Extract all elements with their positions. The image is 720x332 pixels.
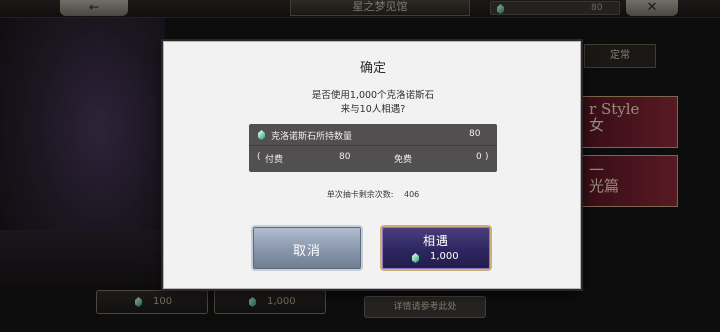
dialog-question-line2: 来与10人相遇? <box>340 104 406 115</box>
encounter-cost: 1,000 <box>382 251 490 265</box>
remaining-draws-label: 单次抽卡剩余次数: <box>326 190 394 199</box>
holdings-row: 克洛诺斯石所持数量 80 <box>249 124 497 146</box>
remaining-draws-value: 406 <box>403 190 420 199</box>
chronos-stone-icon <box>258 130 265 140</box>
cancel-button[interactable]: 取消 <box>251 225 363 271</box>
holdings-label: 克洛诺斯石所持数量 <box>271 132 353 142</box>
dialog-question-line1: 是否使用1,000个克洛诺斯石 <box>311 90 435 101</box>
free-label: 免费 <box>394 155 413 165</box>
dialog-title: 确定 <box>359 61 386 76</box>
free-close-paren: ) <box>485 152 489 162</box>
cancel-button-label: 取消 <box>292 244 321 259</box>
holdings-value: 80 <box>469 129 481 139</box>
chronos-stone-icon <box>412 253 419 263</box>
encounter-button[interactable]: 相遇 1,000 <box>380 225 492 271</box>
confirm-dialog: 确定 是否使用1,000个克洛诺斯石 来与10人相遇? 克洛诺斯石所持数量 80… <box>163 41 581 289</box>
game-screen: ← 星之梦见馆 80 ✕ 定常 r Style 女 一 光篇 100 1,000… <box>0 0 720 332</box>
paid-label: 付费 <box>265 155 284 165</box>
remaining-draws: 单次抽卡剩余次数: 406 <box>164 189 582 200</box>
holdings-box: 克洛诺斯石所持数量 80 ( 付费 80 免费 0 ) <box>249 124 497 172</box>
paid-open-paren: ( <box>257 152 261 162</box>
encounter-cost-value: 1,000 <box>430 251 459 262</box>
encounter-button-label: 相遇 <box>422 234 449 248</box>
paid-value: 80 <box>339 152 351 162</box>
free-value: 0 <box>476 152 482 162</box>
